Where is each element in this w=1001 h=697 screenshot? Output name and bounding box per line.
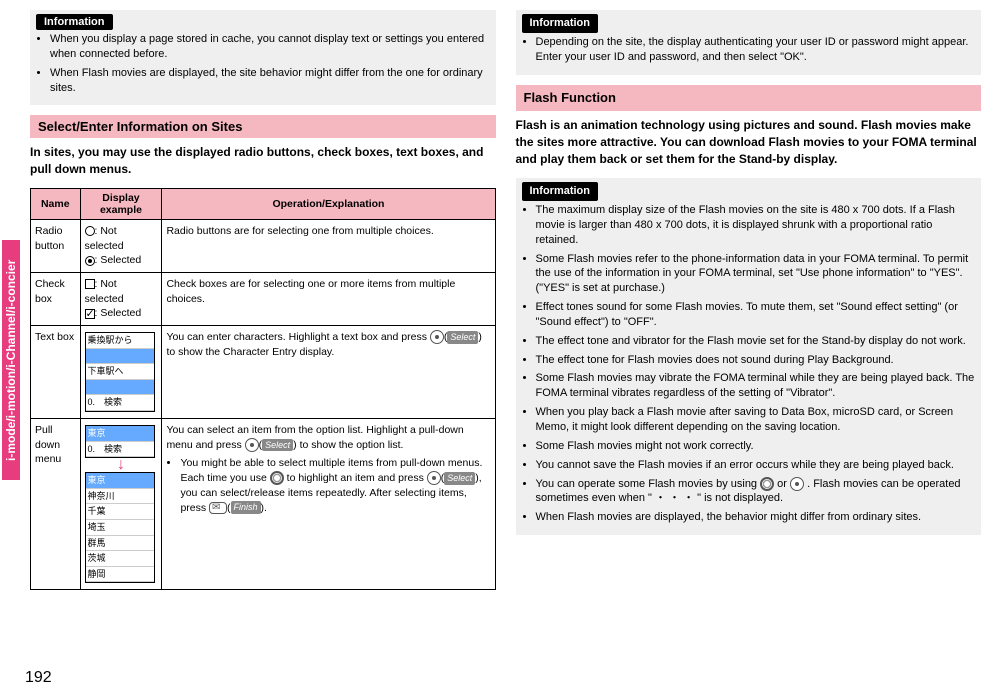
example-line: 東京 xyxy=(86,426,154,442)
flash-body: Flash is an animation technology using p… xyxy=(516,117,982,167)
example-line: 群馬 xyxy=(86,536,154,552)
example-line: 埼玉 xyxy=(86,520,154,536)
example-line: 神奈川 xyxy=(86,489,154,505)
section-header-select-enter: Select/Enter Information on Sites xyxy=(30,115,496,138)
info-item: When Flash movies are displayed, the sit… xyxy=(50,66,490,96)
example-line: 静岡 xyxy=(86,567,154,583)
pulldown-example-list: 東京 神奈川 千葉 埼玉 群馬 茨城 静岡 xyxy=(85,472,155,583)
cell-display: : Not selected : Selected xyxy=(80,273,162,326)
example-line: 乗換駅から xyxy=(86,333,154,349)
info-item: Effect tones sound for some Flash movies… xyxy=(536,300,976,330)
table-row: Radio button : Not selected : Selected R… xyxy=(31,219,496,272)
pull-bullet-a4: ). xyxy=(261,502,267,514)
note10a: You can operate some Flash movies by usi… xyxy=(536,478,761,490)
cell-name: Text box xyxy=(31,326,81,419)
cell-operation: Check boxes are for selecting one or mor… xyxy=(162,273,495,326)
section-header-flash: Flash Function xyxy=(516,85,982,111)
pull-bullet: You might be able to select multiple ite… xyxy=(180,456,490,515)
softkey-select: Select xyxy=(447,331,478,344)
textbox-example: 乗換駅から 下車駅へ 0. 検索 xyxy=(85,332,155,412)
info-item: Some Flash movies refer to the phone-inf… xyxy=(536,252,976,297)
page-number: 192 xyxy=(25,669,52,687)
note10b: or xyxy=(777,478,790,490)
info-item: Depending on the site, the display authe… xyxy=(536,35,976,65)
radio-selected-label: : Selected xyxy=(95,254,142,266)
example-line: 下車駅へ xyxy=(86,364,154,380)
info-item: When Flash movies are displayed, the beh… xyxy=(536,510,976,525)
info-item: The maximum display size of the Flash mo… xyxy=(536,203,976,248)
pulldown-example-top: 東京 0. 検索 xyxy=(85,425,155,458)
example-line xyxy=(86,349,154,365)
cursor-indicator: ・ ・ ・ xyxy=(655,492,694,504)
info-box-auth: Information Depending on the site, the d… xyxy=(516,10,982,75)
info-box-flash: Information The maximum display size of … xyxy=(516,178,982,535)
cell-display: : Not selected : Selected xyxy=(80,219,162,272)
cell-name: Pull down menu xyxy=(31,419,81,590)
softkey-finish: Finish xyxy=(231,501,261,514)
info-item: The effect tone for Flash movies does no… xyxy=(536,353,976,368)
info-item-text: Depending on the site, the display authe… xyxy=(536,36,969,48)
check-unselected-icon xyxy=(85,279,95,289)
textbox-op-a: You can enter characters. Highlight a te… xyxy=(166,331,429,343)
center-key-icon xyxy=(245,438,259,452)
table-row: Check box : Not selected : Selected Chec… xyxy=(31,273,496,326)
info-header: Information xyxy=(36,14,113,30)
radio-unselected-icon xyxy=(85,226,95,236)
side-tab: i-mode/i-motion/i-Channel/i-concier xyxy=(2,240,20,480)
page-columns: Information When you display a page stor… xyxy=(0,0,1001,590)
table-row: Text box 乗換駅から 下車駅へ 0. 検索 You can enter … xyxy=(31,326,496,419)
cell-operation: You can select an item from the option l… xyxy=(162,419,495,590)
info-item: You cannot save the Flash movies if an e… xyxy=(536,458,976,473)
info-item: The effect tone and vibrator for the Fla… xyxy=(536,334,976,349)
info-item: You can operate some Flash movies by usi… xyxy=(536,477,976,507)
pull-bullet-a2: to highlight an item and press xyxy=(287,472,427,484)
info-item: Some Flash movies might not work correct… xyxy=(536,439,976,454)
info-box-cache: Information When you display a page stor… xyxy=(30,10,496,105)
info-item: When you play back a Flash movie after s… xyxy=(536,405,976,435)
info-item: When you display a page stored in cache,… xyxy=(50,32,490,62)
check-selected-label: : Selected xyxy=(95,307,142,319)
example-line: 千葉 xyxy=(86,504,154,520)
cell-name: Check box xyxy=(31,273,81,326)
controls-table: Name Display example Operation/Explanati… xyxy=(30,188,496,590)
cell-display: 東京 0. 検索 ↓ 東京 神奈川 千葉 埼玉 群馬 茨城 静岡 xyxy=(80,419,162,590)
check-selected-icon xyxy=(85,309,95,319)
softkey-select: Select xyxy=(262,439,293,452)
left-column: Information When you display a page stor… xyxy=(30,10,496,590)
arrow-down-icon: ↓ xyxy=(85,460,158,470)
cell-operation: You can enter characters. Highlight a te… xyxy=(162,326,495,419)
info-item-text: Enter your user ID and password, and the… xyxy=(536,51,807,63)
example-line: 茨城 xyxy=(86,551,154,567)
radio-selected-icon xyxy=(85,256,95,266)
center-key-icon xyxy=(427,471,441,485)
center-key-icon xyxy=(790,477,804,491)
table-row: Pull down menu 東京 0. 検索 ↓ 東京 神奈川 千葉 埼玉 群… xyxy=(31,419,496,590)
th-name: Name xyxy=(31,188,81,219)
example-line xyxy=(86,380,154,396)
info-header: Information xyxy=(522,182,599,201)
note10d: " is not displayed. xyxy=(697,492,783,504)
info-header: Information xyxy=(522,14,599,33)
cell-display: 乗換駅から 下車駅へ 0. 検索 xyxy=(80,326,162,419)
th-display: Display example xyxy=(80,188,162,219)
center-key-icon xyxy=(430,330,444,344)
intro-text: In sites, you may use the displayed radi… xyxy=(30,144,496,178)
multi-key-icon xyxy=(270,471,284,485)
example-line: 0. 検索 xyxy=(86,442,154,458)
pull-op-b: ) to show the option list. xyxy=(293,439,403,451)
th-operation: Operation/Explanation xyxy=(162,188,495,219)
right-column: Information Depending on the site, the d… xyxy=(516,10,982,590)
mail-key-icon xyxy=(209,502,227,514)
example-line: 0. 検索 xyxy=(86,395,154,411)
cell-operation: Radio buttons are for selecting one from… xyxy=(162,219,495,272)
example-line: 東京 xyxy=(86,473,154,489)
softkey-select: Select xyxy=(444,472,475,485)
multi-key-icon xyxy=(760,477,774,491)
cell-name: Radio button xyxy=(31,219,81,272)
info-item: Some Flash movies may vibrate the FOMA t… xyxy=(536,371,976,401)
